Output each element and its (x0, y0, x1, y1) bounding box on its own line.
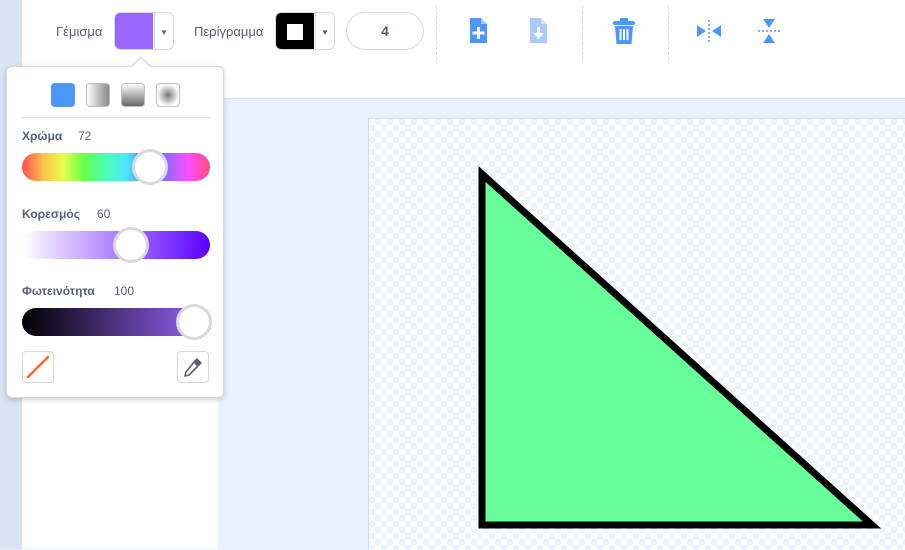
outline-label: Περίγραμμα (194, 24, 264, 39)
eyedropper-button[interactable] (177, 351, 209, 383)
delete-icon[interactable] (610, 16, 638, 46)
triangle-shape[interactable] (369, 119, 905, 550)
vertical-gradient-button[interactable] (121, 83, 145, 107)
import-costume-icon[interactable] (524, 16, 552, 46)
brightness-label: Φωτεινότητα (22, 284, 95, 298)
hue-value: 72 (78, 129, 92, 143)
fill-color-swatch[interactable] (115, 13, 153, 49)
eyedropper-icon (184, 358, 202, 377)
horizontal-gradient-button[interactable] (86, 83, 110, 107)
no-color-icon (26, 355, 50, 379)
outline-color-picker[interactable]: ▼ (275, 12, 335, 50)
fill-label: Γέμισμα (56, 24, 103, 39)
solid-fill-button[interactable] (51, 83, 75, 107)
fill-dropdown-arrow[interactable]: ▼ (154, 13, 173, 49)
saturation-value: 60 (97, 207, 111, 221)
flip-horizontal-icon[interactable] (695, 16, 723, 46)
toolbar-divider (582, 6, 583, 60)
hue-slider[interactable] (22, 153, 210, 181)
toolbar-divider (668, 6, 669, 60)
outline-width-input[interactable]: 4 (346, 12, 424, 50)
no-color-button[interactable] (22, 351, 54, 383)
fill-color-popover: Χρώμα 72 Κορεσμός 60 Φωτεινότητα 100 (6, 66, 224, 398)
saturation-slider-knob[interactable] (113, 227, 149, 263)
brightness-slider-knob[interactable] (176, 304, 212, 340)
brightness-value: 100 (114, 284, 135, 298)
popover-caret (132, 58, 150, 67)
hue-slider-knob[interactable] (132, 149, 168, 185)
fill-color-picker[interactable]: ▼ (114, 12, 174, 50)
saturation-label: Κορεσμός (22, 207, 80, 221)
flip-vertical-icon[interactable] (755, 16, 783, 46)
radial-gradient-button[interactable] (156, 83, 180, 107)
outline-color-swatch[interactable] (276, 13, 314, 49)
toolbar-divider (436, 6, 437, 60)
popover-separator (22, 117, 210, 118)
hue-label: Χρώμα (22, 129, 63, 143)
new-costume-icon[interactable] (464, 16, 492, 46)
outline-dropdown-arrow[interactable]: ▼ (315, 13, 334, 49)
drawing-canvas[interactable] (368, 118, 905, 550)
